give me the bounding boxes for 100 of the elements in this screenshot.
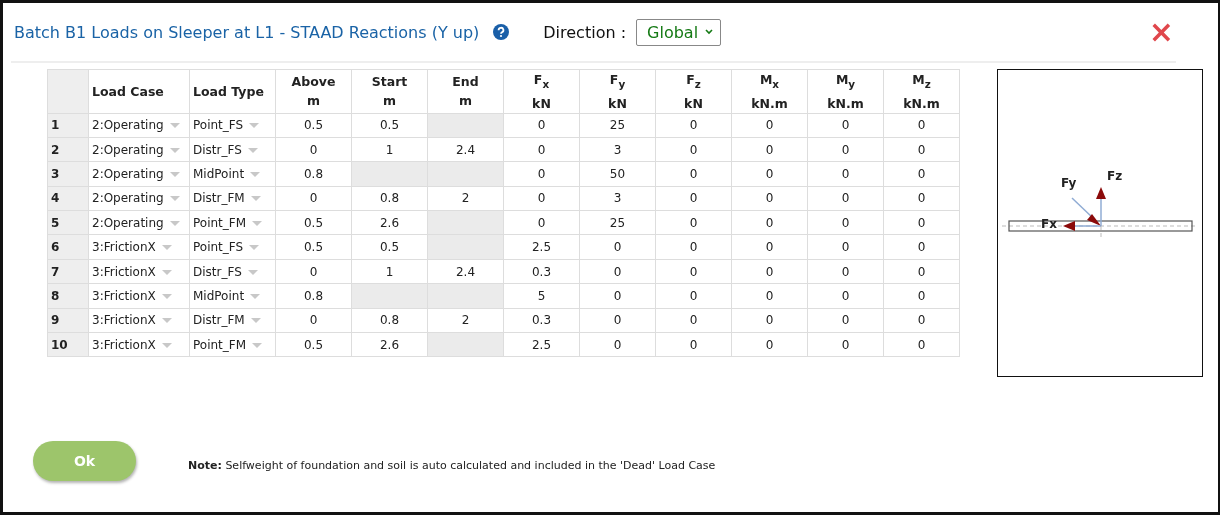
table-cell[interactable]: 0 (731, 259, 808, 284)
table-cell[interactable]: 0 (655, 113, 732, 138)
table-cell[interactable]: 0 (579, 283, 656, 309)
table-cell[interactable]: 0 (731, 332, 808, 357)
table-dropdown[interactable]: 2:Operating (88, 113, 190, 138)
table-dropdown[interactable]: 2:Operating (88, 210, 190, 235)
table-cell[interactable]: 0 (275, 186, 352, 211)
table-cell[interactable]: 0 (807, 259, 884, 284)
table-cell[interactable]: 0 (731, 161, 808, 187)
direction-dropdown[interactable]: Global (636, 18, 722, 46)
table-cell[interactable]: 2.6 (351, 332, 428, 357)
table-cell[interactable]: 0 (883, 161, 960, 187)
table-cell[interactable]: 0 (883, 186, 960, 211)
table-dropdown[interactable]: 3:FrictionX (88, 234, 190, 260)
table-dropdown[interactable]: MidPoint (189, 161, 276, 187)
table-cell[interactable]: 0 (883, 137, 960, 162)
table-cell[interactable]: 0.8 (351, 186, 428, 211)
table-cell[interactable]: 2.4 (427, 259, 504, 284)
table-cell[interactable]: 0 (655, 234, 732, 260)
table-cell[interactable]: 0 (807, 234, 884, 260)
table-cell[interactable]: 0 (883, 210, 960, 235)
table-cell[interactable]: 1 (351, 137, 428, 162)
table-dropdown[interactable]: 3:FrictionX (88, 283, 190, 309)
table-dropdown[interactable]: 2:Operating (88, 161, 190, 187)
table-cell[interactable]: 0.5 (275, 234, 352, 260)
table-cell[interactable]: 0.8 (351, 308, 428, 333)
table-cell[interactable]: 0 (655, 283, 732, 309)
table-cell[interactable]: 0.5 (275, 210, 352, 235)
table-cell[interactable]: 0 (807, 210, 884, 235)
table-cell[interactable]: 0 (503, 161, 580, 187)
table-cell[interactable]: 0.5 (351, 234, 428, 260)
table-cell[interactable]: 0 (731, 186, 808, 211)
table-cell[interactable]: 0.3 (503, 259, 580, 284)
table-cell[interactable]: 0 (731, 210, 808, 235)
table-cell[interactable]: 0 (807, 283, 884, 309)
table-dropdown[interactable]: 3:FrictionX (88, 332, 190, 357)
table-cell[interactable]: 0 (275, 259, 352, 284)
table-cell[interactable]: 2.6 (351, 210, 428, 235)
table-dropdown[interactable]: Point_FS (189, 234, 276, 260)
table-dropdown[interactable]: MidPoint (189, 283, 276, 309)
table-cell[interactable]: 0.3 (503, 308, 580, 333)
table-cell[interactable]: 0 (807, 137, 884, 162)
table-cell[interactable]: 0 (275, 308, 352, 333)
table-cell[interactable]: 2.5 (503, 234, 580, 260)
table-cell[interactable]: 0 (731, 283, 808, 309)
table-dropdown[interactable]: Point_FS (189, 113, 276, 138)
table-dropdown[interactable]: 2:Operating (88, 186, 190, 211)
table-cell[interactable]: 0 (579, 332, 656, 357)
table-cell[interactable]: 0 (503, 210, 580, 235)
table-cell[interactable]: 0 (655, 332, 732, 357)
table-cell[interactable]: 0.5 (275, 113, 352, 138)
table-cell[interactable]: 0 (731, 308, 808, 333)
table-cell[interactable]: 25 (579, 113, 656, 138)
table-cell[interactable]: 0 (807, 186, 884, 211)
table-cell[interactable]: 0.5 (351, 113, 428, 138)
table-cell[interactable]: 0 (275, 137, 352, 162)
table-cell[interactable]: 50 (579, 161, 656, 187)
table-cell[interactable]: 2 (427, 308, 504, 333)
table-cell[interactable]: 0.8 (275, 283, 352, 309)
table-cell[interactable]: 0 (579, 234, 656, 260)
table-cell[interactable]: 0.8 (275, 161, 352, 187)
table-cell[interactable]: 0 (655, 161, 732, 187)
table-cell[interactable]: 25 (579, 210, 656, 235)
table-cell[interactable]: 0.5 (275, 332, 352, 357)
table-cell[interactable]: 0 (883, 332, 960, 357)
table-cell[interactable]: 0 (655, 308, 732, 333)
table-dropdown[interactable]: Distr_FM (189, 308, 276, 333)
table-cell[interactable]: 0 (883, 308, 960, 333)
table-cell[interactable]: 0 (655, 210, 732, 235)
table-cell[interactable]: 1 (351, 259, 428, 284)
table-cell[interactable]: 0 (503, 186, 580, 211)
table-cell[interactable]: 0 (655, 186, 732, 211)
table-cell[interactable]: 0 (503, 137, 580, 162)
table-cell[interactable]: 0 (731, 234, 808, 260)
table-cell[interactable]: 0 (883, 283, 960, 309)
table-cell[interactable]: 2.4 (427, 137, 504, 162)
table-cell[interactable]: 3 (579, 137, 656, 162)
close-button[interactable]: × (1148, 17, 1174, 47)
table-dropdown[interactable]: 3:FrictionX (88, 259, 190, 284)
help-icon[interactable] (493, 24, 510, 40)
table-cell[interactable]: 0 (731, 113, 808, 138)
table-dropdown[interactable]: Distr_FS (189, 259, 276, 284)
table-cell[interactable]: 0 (579, 259, 656, 284)
table-dropdown[interactable]: Distr_FM (189, 186, 276, 211)
table-cell[interactable]: 0 (883, 113, 960, 138)
table-cell[interactable]: 0 (883, 234, 960, 260)
table-cell[interactable]: 0 (807, 308, 884, 333)
table-dropdown[interactable]: Point_FM (189, 210, 276, 235)
table-cell[interactable]: 0 (883, 259, 960, 284)
table-cell[interactable]: 0 (655, 137, 732, 162)
table-dropdown[interactable]: 2:Operating (88, 137, 190, 162)
table-dropdown[interactable]: Point_FM (189, 332, 276, 357)
table-cell[interactable]: 0 (655, 259, 732, 284)
table-cell[interactable]: 0 (807, 161, 884, 187)
table-cell[interactable]: 0 (807, 113, 884, 138)
table-cell[interactable]: 3 (579, 186, 656, 211)
table-cell[interactable]: 0 (731, 137, 808, 162)
table-cell[interactable]: 0 (807, 332, 884, 357)
table-cell[interactable]: 2.5 (503, 332, 580, 357)
table-dropdown[interactable]: 3:FrictionX (88, 308, 190, 333)
